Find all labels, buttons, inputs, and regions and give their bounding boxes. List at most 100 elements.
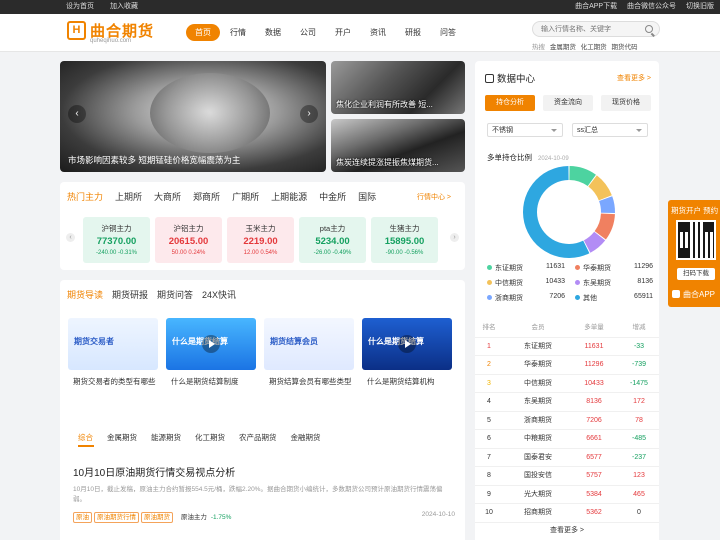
news-thumb[interactable]: 焦化企业利润有所改善 短... <box>331 61 465 114</box>
nav-news[interactable]: 资讯 <box>361 24 395 41</box>
article-tag[interactable]: 原油期货 <box>141 512 173 523</box>
article-item[interactable]: 10月10日原油期货行情交易视点分析 10月10日，截止发稿，原油主力合约暂报5… <box>73 464 455 523</box>
quote-card[interactable]: 沪铝主力 20615.00 50.00 0.24% <box>155 217 222 263</box>
table-row[interactable]: 4 东吴期货 8136 172 <box>475 393 659 412</box>
category-tab[interactable]: 化工期货 <box>195 433 225 442</box>
search-input[interactable] <box>541 22 641 36</box>
market-panel: 热门主力 上期所 大商所 郑商所 广期所 上期能源 中金所 国际 行情中心 > ‹ › 沪铜主… <box>60 182 465 270</box>
article-summary: 10月10日，截止发稿，原油主力合约暂报554.5元/桶，跌幅2.20%。据曲合… <box>73 486 443 503</box>
category-tab[interactable]: 金属期货 <box>107 433 137 442</box>
nav-quotes[interactable]: 行情 <box>221 24 255 41</box>
article-title[interactable]: 10月10日原油期货行情交易视点分析 <box>73 464 455 479</box>
table-row[interactable]: 7 国泰君安 6577 -237 <box>475 449 659 467</box>
nav-data[interactable]: 数据 <box>256 24 290 41</box>
search-icon[interactable] <box>645 25 653 33</box>
contract-select[interactable]: ss汇总 <box>572 123 648 137</box>
nav-open-account[interactable]: 开户 <box>326 24 360 41</box>
category-tab[interactable]: 农产品期货 <box>239 433 277 442</box>
rank-cell: 9 <box>487 490 491 498</box>
app-download-link[interactable]: 曲合APP下载 <box>575 3 617 10</box>
news-thumb[interactable]: 焦炭连续提涨提振焦煤期货... <box>331 119 465 172</box>
market-center-link[interactable]: 行情中心 > <box>417 192 451 202</box>
pill-fund-flow[interactable]: 资金流向 <box>543 95 593 111</box>
chevron-left-icon[interactable]: ‹ <box>66 233 75 242</box>
table-row[interactable]: 6 中粮期货 6661 -485 <box>475 430 659 449</box>
main-nav: 首页 行情 数据 公司 开户 资讯 研报 问答 <box>186 24 466 42</box>
article-quote[interactable]: 原油主力 -1.75% <box>181 511 232 521</box>
wechat-link[interactable]: 曲合微信公众号 <box>627 3 676 10</box>
market-tab[interactable]: 上期能源 <box>271 192 307 202</box>
market-tab[interactable]: 中金所 <box>319 192 346 202</box>
news-thumb-caption: 焦化企业利润有所改善 短... <box>336 100 433 109</box>
guide-tab[interactable]: 期货导读 <box>67 290 103 300</box>
play-icon[interactable] <box>202 335 220 353</box>
market-tab[interactable]: 国际 <box>358 192 376 202</box>
rank-cell: 3 <box>487 379 491 387</box>
set-home-link[interactable]: 设为首页 <box>66 3 94 10</box>
banner-image <box>150 73 270 153</box>
category-tab[interactable]: 金融期货 <box>291 433 321 442</box>
quote-price: 77370.00 <box>96 236 137 247</box>
chevron-right-icon[interactable]: › <box>450 233 459 242</box>
table-row[interactable]: 9 光大期货 5384 465 <box>475 486 659 504</box>
guide-tab[interactable]: 24X快讯 <box>202 290 236 300</box>
app-link[interactable]: 曲合APP <box>672 289 715 300</box>
variety-select[interactable]: 不锈钢 <box>487 123 563 137</box>
market-tab[interactable]: 郑商所 <box>193 192 220 202</box>
hot-item[interactable]: 化工期货 <box>581 44 607 51</box>
nav-company[interactable]: 公司 <box>291 24 325 41</box>
carousel-prev-icon[interactable]: ‹ <box>68 105 86 123</box>
nav-home[interactable]: 首页 <box>186 24 220 41</box>
nav-research[interactable]: 研报 <box>396 24 430 41</box>
table-row[interactable]: 8 国投安信 5757 123 <box>475 467 659 486</box>
table-row[interactable]: 1 东证期货 11631 -33 <box>475 338 659 356</box>
video-thumbnail: 什么是期货结算 <box>166 318 256 370</box>
video-card[interactable]: 期货结算会员 期货结算会员有哪些类型 <box>264 318 354 408</box>
nav-qa[interactable]: 问答 <box>431 24 465 41</box>
quote-card[interactable]: pta主力 5234.00 -26.00 -0.49% <box>299 217 366 263</box>
video-card[interactable]: 什么是期货结算 什么是期货结算制度 <box>166 318 256 408</box>
hot-item[interactable]: 期货代码 <box>611 44 637 51</box>
market-tab[interactable]: 上期所 <box>115 192 142 202</box>
volume-cell: 6577 <box>586 453 602 461</box>
guide-tab[interactable]: 期货研报 <box>112 290 148 300</box>
market-tab[interactable]: 大商所 <box>154 192 181 202</box>
play-icon[interactable] <box>398 335 416 353</box>
pill-spot-price[interactable]: 现货价格 <box>601 95 651 111</box>
pill-position-analysis[interactable]: 持仓分析 <box>485 95 535 111</box>
table-row[interactable]: 2 华泰期货 11296 -739 <box>475 356 659 375</box>
video-title: 期货结算会员有哪些类型 <box>269 377 352 386</box>
category-tab[interactable]: 能源期货 <box>151 433 181 442</box>
hot-searches: 热搜 金属期货 化工期货 期货代码 <box>532 41 637 51</box>
member-cell: 华泰期货 <box>524 361 552 368</box>
quote-card[interactable]: 生猪主力 15895.00 -90.00 -0.56% <box>371 217 438 263</box>
carousel-next-icon[interactable]: › <box>300 105 318 123</box>
bookmark-link[interactable]: 加入收藏 <box>110 3 138 10</box>
scan-download-button[interactable]: 扫码下载 <box>677 268 715 280</box>
video-card[interactable]: 什么是期货结算 什么是期货结算机构 <box>362 318 452 408</box>
table-row[interactable]: 5 浙商期货 7206 78 <box>475 412 659 430</box>
video-card[interactable]: 期货交易者 期货交易者的类型有哪些 <box>68 318 158 408</box>
member-cell: 中粮期货 <box>524 435 552 442</box>
quote-card[interactable]: 玉米主力 2219.00 12.00 0.54% <box>227 217 294 263</box>
hot-item[interactable]: 金属期货 <box>550 44 576 51</box>
float-title[interactable]: 期货开户 预约 <box>671 205 718 216</box>
banner-carousel[interactable]: ‹ › 市场影响因素较多 短期锰硅价格宽幅震荡为主 <box>60 61 326 172</box>
table-row[interactable]: 10 招商期货 5362 0 <box>475 504 659 523</box>
category-tab[interactable]: 综合 <box>78 433 93 442</box>
quote-card[interactable]: 沪铜主力 77370.00 -240.00 -0.31% <box>83 217 150 263</box>
table-more-link[interactable]: 查看更多 > <box>475 525 659 535</box>
switch-old-link[interactable]: 切换旧版 <box>686 3 714 10</box>
legend-value: 8136 <box>637 278 653 285</box>
guide-tab[interactable]: 期货问答 <box>157 290 193 300</box>
article-tag[interactable]: 原油 <box>73 512 92 523</box>
table-row[interactable]: 3 中信期货 10433 -1475 <box>475 375 659 393</box>
quote-name: 沪铜主力 <box>101 224 132 233</box>
member-cell: 招商期货 <box>524 509 552 516</box>
legend-label: 浙商期货 <box>495 295 523 302</box>
data-more-link[interactable]: 查看更多 > <box>617 73 651 83</box>
market-tab[interactable]: 广期所 <box>232 192 259 202</box>
article-tag[interactable]: 原油期货行情 <box>94 512 139 523</box>
site-logo[interactable]: H 曲合期货 quheqihuo.com <box>67 20 157 46</box>
market-tab[interactable]: 热门主力 <box>67 192 103 202</box>
